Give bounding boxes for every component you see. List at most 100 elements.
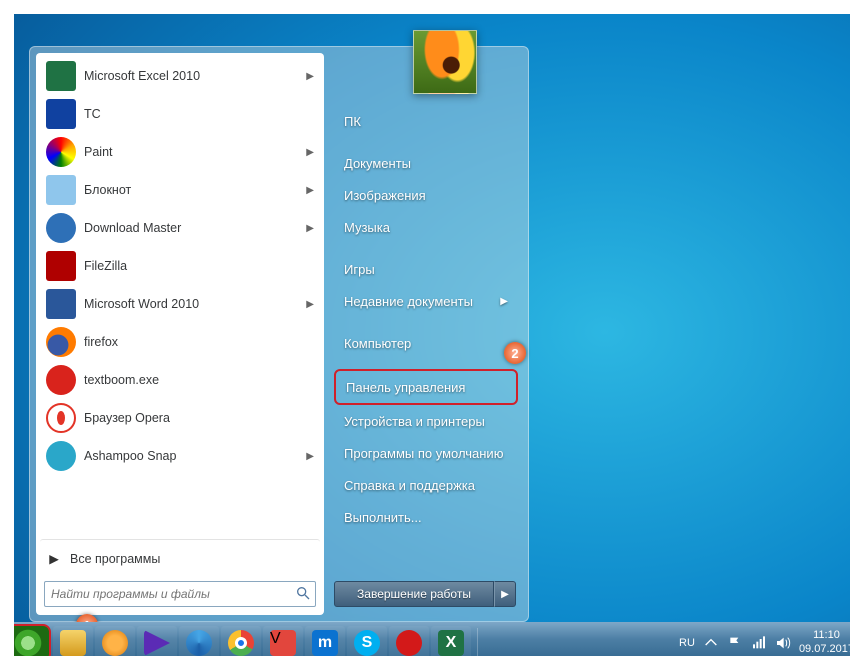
network-icon[interactable] [751, 635, 767, 651]
taskbar-app-maxthon[interactable]: m [305, 626, 345, 660]
places-item[interactable]: Справка и поддержка [334, 469, 518, 501]
taskbar-app-red[interactable] [389, 626, 429, 660]
excel-icon [46, 61, 76, 91]
chevron-right-icon: ▶ [501, 589, 509, 600]
taskbar-app-skype[interactable]: S [347, 626, 387, 660]
start-menu-programs-panel: Microsoft Excel 2010▶TCPaint▶Блокнот▶Dow… [36, 53, 324, 615]
chevron-right-icon: ▶ [306, 223, 314, 234]
language-indicator[interactable]: RU [679, 637, 695, 649]
program-label: Ashampoo Snap [84, 449, 176, 463]
chevron-right-icon: ▶ [306, 451, 314, 462]
clock-time: 11:10 [799, 629, 854, 643]
word-icon [46, 289, 76, 319]
program-item-word[interactable]: Microsoft Word 2010▶ [40, 285, 320, 323]
taskbar-app-wmp[interactable] [95, 626, 135, 660]
shutdown-label: Завершение работы [357, 587, 471, 601]
program-item-tc[interactable]: TC [40, 95, 320, 133]
search-icon [295, 585, 311, 601]
skype-icon: S [354, 630, 380, 656]
program-item-opera[interactable]: Браузер Opera [40, 399, 320, 437]
places-label: Изображения [344, 188, 426, 203]
show-hidden-icons-icon[interactable] [703, 635, 719, 651]
wmp-icon [102, 630, 128, 656]
program-item-snap[interactable]: Ashampoo Snap ▶ [40, 437, 320, 475]
chevron-right-icon: ▶ [500, 296, 508, 307]
all-programs-button[interactable]: ▶ Все программы [40, 539, 320, 577]
places-label: Справка и поддержка [344, 478, 475, 493]
places-item[interactable]: ПК [334, 105, 518, 137]
annotation-callout-2: 2 [504, 342, 526, 364]
places-label: ПК [344, 114, 361, 129]
clock-date: 09.07.2017 [799, 643, 854, 657]
flag-icon[interactable] [727, 635, 743, 651]
program-label: TC [84, 107, 101, 121]
program-label: textboom.exe [84, 373, 159, 387]
start-menu: Microsoft Excel 2010▶TCPaint▶Блокнот▶Dow… [29, 46, 529, 622]
taskbar-separator [477, 628, 478, 658]
taskbar-app-purple[interactable] [137, 626, 177, 660]
places-item[interactable]: Устройства и принтеры [334, 405, 518, 437]
chevron-right-icon: ▶ [306, 147, 314, 158]
user-avatar[interactable] [413, 30, 477, 94]
places-item[interactable]: Программы по умолчанию [334, 437, 518, 469]
shutdown-button[interactable]: Завершение работы [334, 581, 494, 607]
program-label: Microsoft Word 2010 [84, 297, 199, 311]
start-menu-places-panel: ПКДокументыИзображенияМузыкаИгрыНедавние… [324, 53, 522, 615]
chevron-right-icon: ▶ [306, 71, 314, 82]
program-label: Download Master [84, 221, 181, 235]
excel-icon: X [438, 630, 464, 656]
volume-icon[interactable] [775, 635, 791, 651]
taskbar-app-explorer[interactable] [53, 626, 93, 660]
places-item[interactable]: Изображения [334, 179, 518, 211]
red-icon [396, 630, 422, 656]
taskbar-app-chrome[interactable] [221, 626, 261, 660]
places-label: Недавние документы [344, 294, 473, 309]
program-item-fz[interactable]: FileZilla [40, 247, 320, 285]
explorer-icon [60, 630, 86, 656]
opera-icon [46, 403, 76, 433]
program-label: FileZilla [84, 259, 127, 273]
taskbar: VmS X RU 11:10 09.07.2017 [0, 622, 864, 664]
program-item-paint[interactable]: Paint ▶ [40, 133, 320, 171]
notepad-icon [46, 175, 76, 205]
taskbar-app-vivaldi[interactable]: V [263, 626, 303, 660]
places-label: Выполнить... [344, 510, 422, 525]
tb-icon [46, 365, 76, 395]
places-label: Панель управления [346, 380, 465, 395]
taskbar-app-excel[interactable]: X [431, 626, 471, 660]
places-item[interactable]: Документы [334, 147, 518, 179]
program-item-dm[interactable]: Download Master ▶ [40, 209, 320, 247]
places-item[interactable]: Панель управления [334, 369, 518, 405]
shutdown-options-button[interactable]: ▶ [494, 581, 516, 607]
places-label: Музыка [344, 220, 390, 235]
start-button[interactable] [5, 624, 51, 662]
taskbar-app-ie[interactable] [179, 626, 219, 660]
places-item[interactable]: Музыка [334, 211, 518, 243]
program-label: Браузер Opera [84, 411, 170, 425]
callout-number: 2 [511, 346, 518, 361]
search-input[interactable] [44, 581, 316, 607]
purple-icon [144, 630, 170, 656]
program-label: Paint [84, 145, 113, 159]
program-item-excel[interactable]: Microsoft Excel 2010▶ [40, 57, 320, 95]
program-item-tb[interactable]: textboom.exe [40, 361, 320, 399]
program-label: firefox [84, 335, 118, 349]
places-item[interactable]: Игры [334, 253, 518, 285]
ff-icon [46, 327, 76, 357]
places-label: Документы [344, 156, 411, 171]
chrome-icon [228, 630, 254, 656]
fz-icon [46, 251, 76, 281]
snap-icon [46, 441, 76, 471]
places-label: Устройства и принтеры [344, 414, 485, 429]
chevron-right-icon: ▶ [46, 551, 62, 567]
program-item-notepad[interactable]: Блокнот ▶ [40, 171, 320, 209]
places-item[interactable]: Недавние документы ▶ [334, 285, 518, 317]
vivaldi-icon: V [270, 630, 296, 656]
places-item[interactable]: Выполнить... [334, 501, 518, 533]
clock[interactable]: 11:10 09.07.2017 [799, 629, 854, 657]
program-item-ff[interactable]: firefox [40, 323, 320, 361]
chevron-right-icon: ▶ [306, 185, 314, 196]
program-label: Блокнот [84, 183, 131, 197]
places-item[interactable]: Компьютер [334, 327, 518, 359]
places-label: Компьютер [344, 336, 411, 351]
